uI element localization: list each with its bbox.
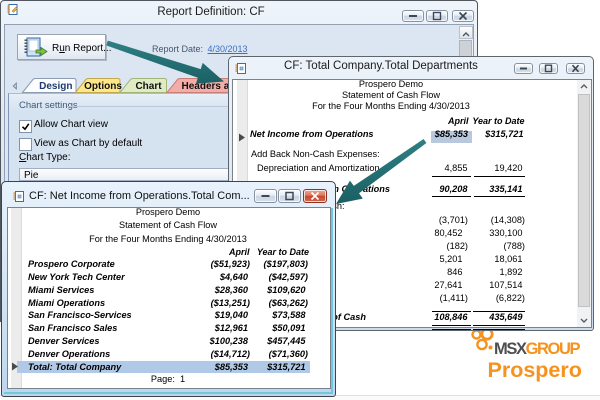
svg-text:Design: Design	[39, 81, 72, 92]
svg-text:Options: Options	[84, 81, 122, 92]
svg-text:Chart: Chart	[135, 81, 162, 92]
